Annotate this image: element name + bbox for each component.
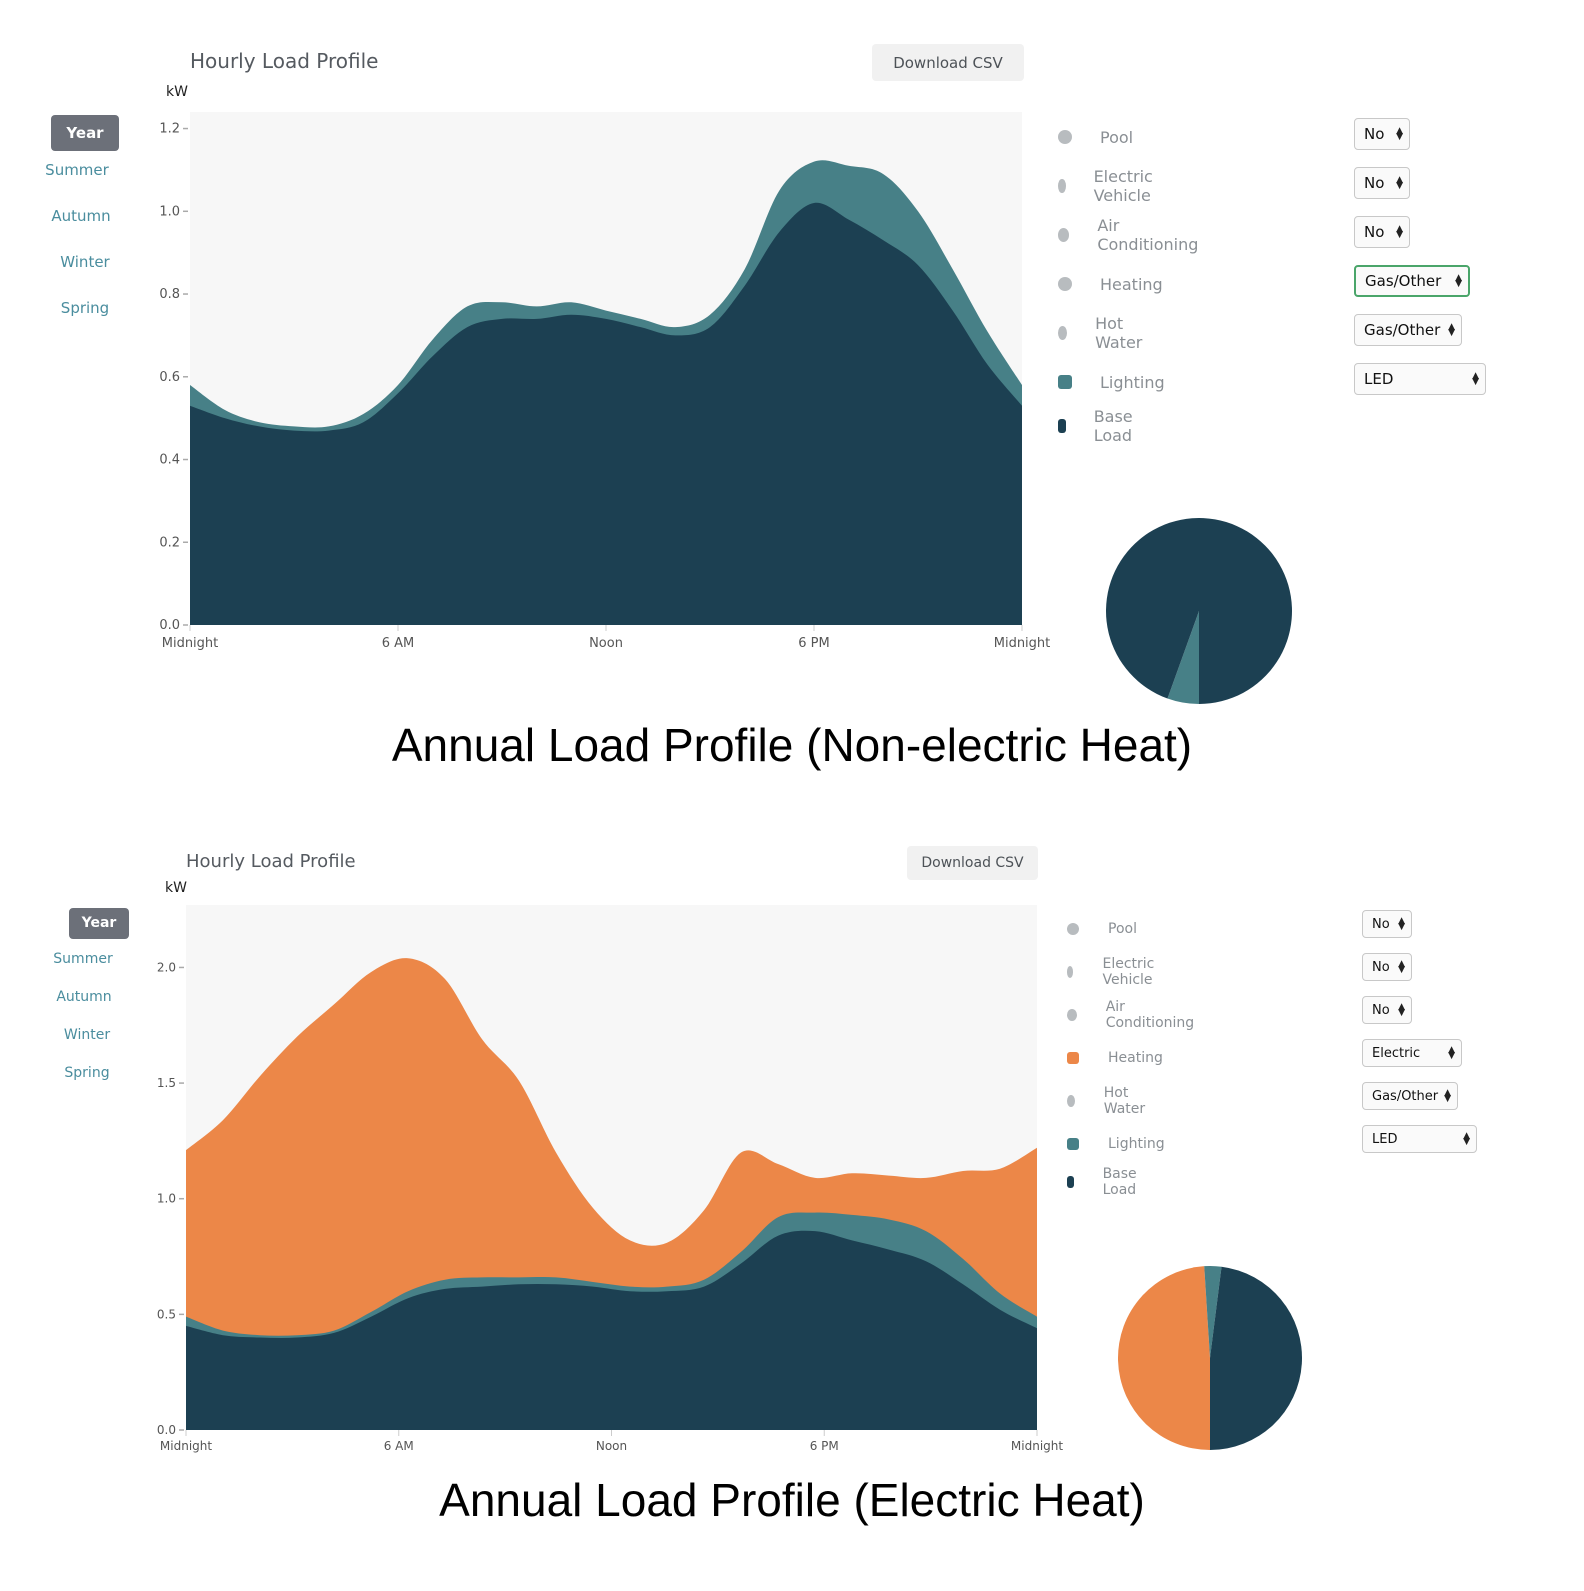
select-value: Gas/Other <box>1372 1088 1439 1104</box>
select-lighting[interactable]: LED ▲ ▼ <box>1362 1125 1477 1153</box>
select-arrows-icon: ▲ ▼ <box>1463 1131 1470 1147</box>
legend-label: Lighting <box>1108 1136 1165 1152</box>
select-arrows-icon: ▲ ▼ <box>1398 916 1405 932</box>
legend-label: Pool <box>1108 921 1137 937</box>
legend-swatch-icon <box>1067 1052 1079 1064</box>
legend-label: Hot Water <box>1103 1085 1146 1117</box>
x-tick-label: Noon <box>596 1439 627 1453</box>
y-tick-label: 1.5 <box>157 1076 176 1090</box>
select-arrows-icon: ▲ ▼ <box>1444 1088 1451 1104</box>
select-heating[interactable]: Electric ▲ ▼ <box>1362 1039 1462 1067</box>
y-tick-label: 0.5 <box>157 1307 176 1321</box>
legend-dot-icon <box>1067 966 1074 978</box>
y-tick-label: 2.0 <box>157 960 176 974</box>
select-air-conditioning[interactable]: No ▲ ▼ <box>1362 996 1412 1024</box>
pie-slice-heating <box>1118 1266 1210 1450</box>
x-tick-label: Midnight <box>160 1439 212 1453</box>
x-tick-label: 6 AM <box>384 1439 414 1453</box>
y-tick-label: 1.0 <box>157 1192 176 1206</box>
legend-swatch-icon <box>1067 1176 1074 1188</box>
legend-item-pool[interactable]: Pool <box>1067 918 1137 940</box>
legend-item-air-conditioning[interactable]: Air Conditioning <box>1067 999 1196 1031</box>
select-hot-water[interactable]: Gas/Other ▲ ▼ <box>1362 1082 1458 1110</box>
select-value: No <box>1372 959 1390 975</box>
legend-item-electric-vehicle[interactable]: Electric Vehicle <box>1067 956 1160 988</box>
select-arrows-icon: ▲ ▼ <box>1398 959 1405 975</box>
x-tick-label: Midnight <box>1011 1439 1063 1453</box>
legend-label: Heating <box>1108 1050 1163 1066</box>
legend-label: Electric Vehicle <box>1102 956 1155 988</box>
legend-dot-icon <box>1067 1009 1077 1021</box>
select-value: LED <box>1372 1131 1398 1147</box>
x-tick-label: 6 PM <box>810 1439 839 1453</box>
select-pool[interactable]: No ▲ ▼ <box>1362 910 1412 938</box>
select-value: No <box>1372 1002 1390 1018</box>
load-profile-panel-electric: Hourly Load Profile kW Download CSV Year… <box>0 830 1584 1526</box>
load-share-pie <box>1118 1266 1302 1450</box>
legend-label: Base Load <box>1102 1166 1137 1198</box>
select-arrows-icon: ▲ ▼ <box>1448 1045 1455 1061</box>
legend-swatch-icon <box>1067 1138 1079 1150</box>
hourly-load-chart: 0.0 0.5 1.0 1.5 2.0 Midnight 6 AM Noon 6 PM Midni… <box>157 905 1063 1453</box>
legend-label: Air Conditioning <box>1105 999 1195 1031</box>
select-arrows-icon: ▲ ▼ <box>1398 1002 1405 1018</box>
legend-dot-icon <box>1067 923 1079 935</box>
legend-item-base-load[interactable]: Base Load <box>1067 1166 1142 1198</box>
pie-slice-base-load <box>1210 1266 1302 1450</box>
figure-caption: Annual Load Profile (Electric Heat) <box>439 1474 1145 1526</box>
select-value: No <box>1372 916 1390 932</box>
y-tick-label: 0.0 <box>157 1423 176 1437</box>
select-electric-vehicle[interactable]: No ▲ ▼ <box>1362 953 1412 981</box>
legend-item-heating[interactable]: Heating <box>1067 1047 1163 1069</box>
legend-dot-icon <box>1067 1095 1075 1107</box>
select-value: Electric <box>1372 1045 1421 1061</box>
legend-item-lighting[interactable]: Lighting <box>1067 1133 1165 1155</box>
legend-item-hot-water[interactable]: Hot Water <box>1067 1085 1149 1117</box>
